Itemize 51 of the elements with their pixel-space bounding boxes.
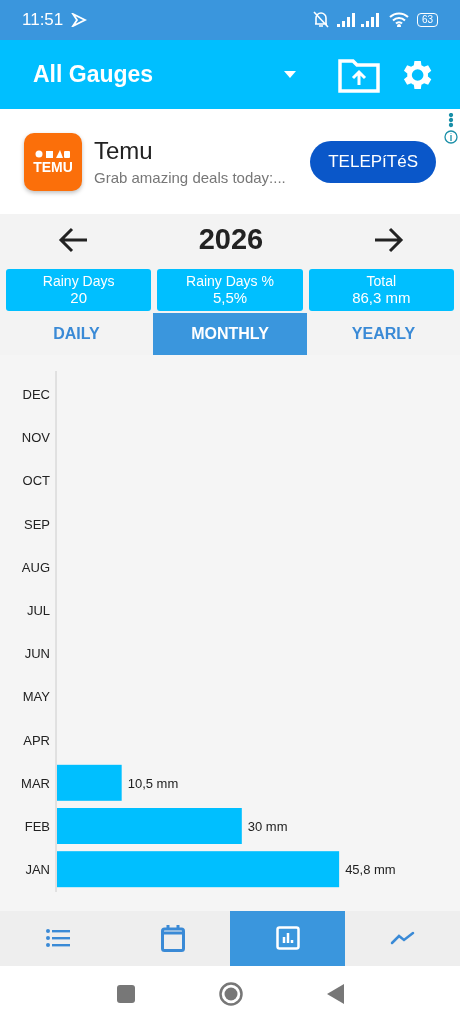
trend-line-icon [389, 931, 416, 946]
install-button[interactable]: TELEPíTéS [310, 140, 436, 183]
month-label: MAR [21, 775, 50, 791]
month-label: SEP [24, 516, 50, 532]
period-tab[interactable]: YEARLY [307, 312, 460, 355]
bell-muted-icon [312, 11, 329, 29]
stat-value: 86,3 mm [352, 289, 411, 307]
dropdown-caret-icon[interactable] [284, 71, 296, 79]
bar-chart-icon [275, 926, 300, 951]
month-label: FEB [24, 818, 50, 834]
rain-bar [57, 764, 122, 801]
value-label: 30 mm [247, 818, 288, 834]
month-label: OCT [22, 472, 50, 488]
battery-indicator: 63 [416, 12, 438, 27]
ad-title: Temu [94, 137, 154, 166]
home-icon[interactable] [218, 982, 243, 1007]
stat-label: Rainy Days [42, 273, 115, 290]
next-arrow-icon[interactable] [374, 226, 404, 253]
period-tab[interactable]: MONTHLY [153, 312, 307, 355]
ad-subtitle: Grab amazing deals today:... [94, 169, 287, 187]
stat-label: Rainy Days % [186, 273, 274, 290]
value-label: 10,5 mm [127, 775, 179, 791]
value-label: 45,8 mm [345, 861, 396, 877]
previous-arrow-icon[interactable] [58, 226, 88, 253]
play-icon [71, 12, 88, 27]
app-title: All Gauges [33, 61, 155, 89]
month-label: APR [23, 732, 50, 748]
stat-label: Total [366, 273, 397, 290]
year-label: 2026 [198, 223, 264, 257]
logo-text: TEMU [33, 158, 73, 175]
month-label: AUG [21, 559, 50, 575]
signal-icon [336, 12, 381, 27]
recents-icon[interactable] [116, 985, 135, 1004]
month-label: DEC [22, 386, 50, 402]
wifi-icon [388, 12, 409, 28]
shopping-icons-drawing [35, 148, 71, 159]
calendar-icon [160, 924, 185, 952]
ad-info-icon[interactable] [444, 113, 458, 146]
month-label: JUN [24, 645, 50, 661]
period-tab[interactable]: DAILY [0, 312, 153, 355]
month-label: NOV [21, 429, 50, 445]
back-icon[interactable] [326, 984, 344, 1005]
folder-upload-icon[interactable] [338, 56, 380, 93]
nav-tab[interactable] [230, 910, 345, 967]
list-icon [45, 928, 70, 949]
month-label: JUL [26, 602, 50, 618]
stat-value: 20 [70, 289, 87, 307]
month-label: JAN [25, 861, 50, 877]
status-time: 11:51 [22, 9, 64, 30]
stat-value: 5,5% [212, 289, 248, 307]
month-label: MAY [22, 688, 50, 704]
